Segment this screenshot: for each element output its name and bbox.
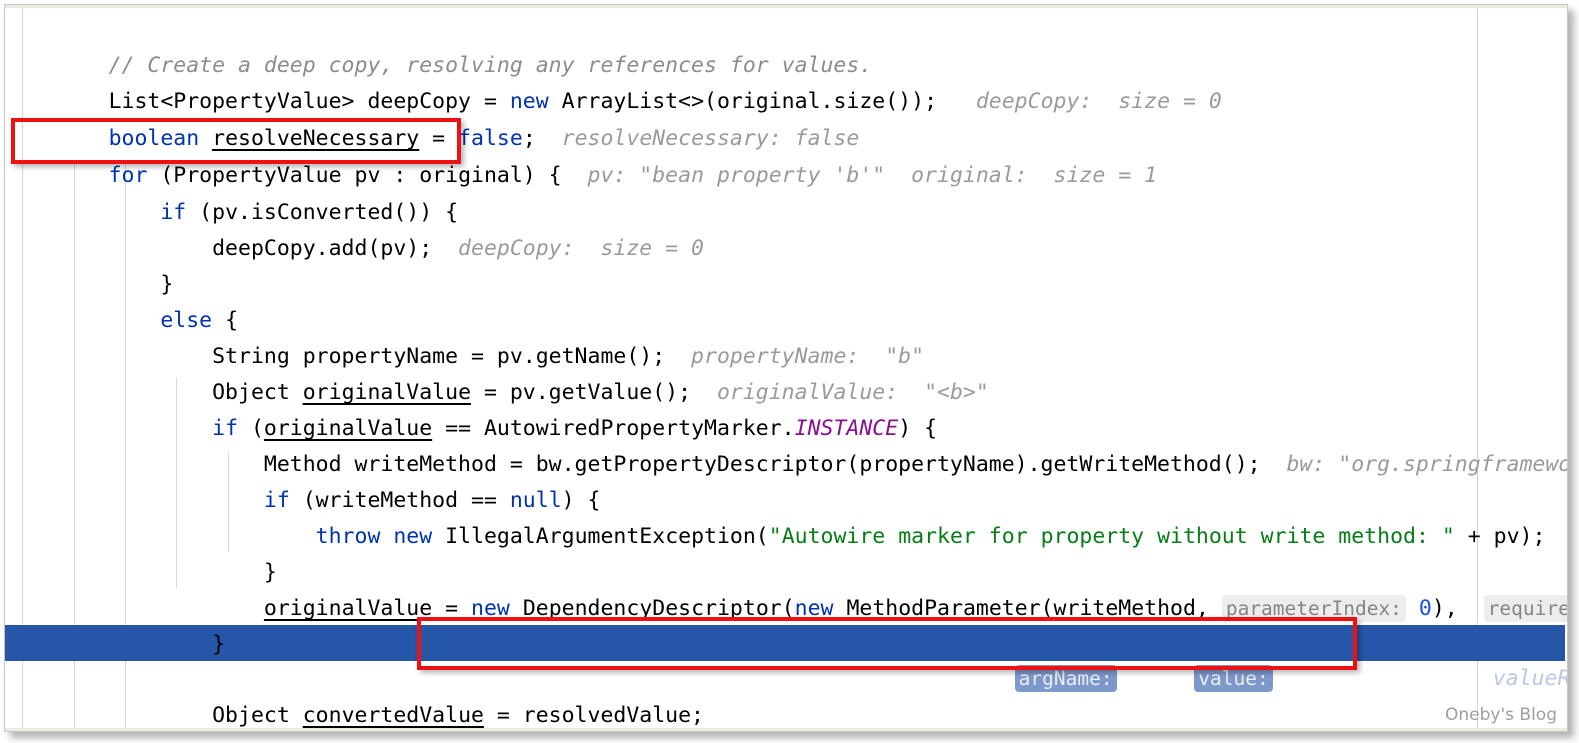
param-hint-parameter-index-value: 0 xyxy=(1418,596,1432,622)
code-text: } xyxy=(108,632,226,658)
code-text: boolean resolveNecessary = false; xyxy=(108,126,536,152)
code-text: originalValue = new DependencyDescriptor… xyxy=(109,595,1567,623)
code-text: else { xyxy=(160,308,239,334)
code-line-selected[interactable]: Object resolvedValue = valueResolver.res… xyxy=(5,625,1567,693)
param-hint-required: required: xyxy=(1483,595,1567,623)
editor-bottom-edge xyxy=(5,728,1567,731)
param-hint-value-value: originalValue xyxy=(1272,666,1441,692)
code-text: if (writeMethod == null) { xyxy=(263,488,601,514)
code-line[interactable]: else { xyxy=(5,267,1565,333)
code-editor-surface[interactable]: // Create a deep copy, resolving any ref… xyxy=(5,8,1567,728)
code-text: deepCopy.add(pv); xyxy=(108,236,433,262)
code-text: Object resolvedValue = valueResolver.res… xyxy=(108,665,1467,693)
inline-debug-value: valueResolver: xyxy=(1492,666,1567,692)
inline-debug-value: originalValue: "<b>" xyxy=(691,380,989,406)
editor-window: // Create a deep copy, resolving any ref… xyxy=(4,4,1568,732)
code-text: throw new IllegalArgumentException("Auto… xyxy=(315,524,1546,550)
code-line[interactable]: // Create a deep copy, resolving any ref… xyxy=(5,12,1565,78)
code-text: List<PropertyValue> deepCopy = new Array… xyxy=(108,89,938,115)
code-text: String propertyName = pv.getName(); xyxy=(108,344,666,370)
code-text: } xyxy=(108,560,277,586)
code-text: for (PropertyValue pv : original) { xyxy=(108,163,562,189)
code-text: Method writeMethod = bw.getPropertyDescr… xyxy=(108,452,1261,478)
code-text: Object convertedValue = resolvedValue; xyxy=(108,703,705,728)
inline-debug-value: deepCopy: size = 0 xyxy=(937,89,1222,115)
param-hint-arg-name-value: pv xyxy=(1129,666,1156,692)
code-text: } xyxy=(108,272,174,298)
inline-debug-value: pv: "bean property 'b'" original: size =… xyxy=(561,163,1158,189)
code-text: if (pv.isConverted()) { xyxy=(160,200,459,226)
code-text: Object originalValue = pv.getValue(); xyxy=(108,380,692,406)
code-text: // Create a deep copy, resolving any ref… xyxy=(108,53,873,79)
code-text: if (originalValue == AutowiredPropertyMa… xyxy=(212,416,938,442)
watermark: Oneby's Blog xyxy=(1445,705,1557,725)
inline-debug-value: resolveNecessary: false xyxy=(535,126,860,152)
param-hint-arg-name: argName: xyxy=(1014,665,1117,693)
code-line[interactable]: String propertyName = pv.getName(); prop… xyxy=(5,303,1565,369)
param-hint-value: value: xyxy=(1194,665,1273,693)
screenshot-root: // Create a deep copy, resolving any ref… xyxy=(0,0,1579,743)
param-hint-parameter-index: parameterIndex: xyxy=(1221,595,1406,623)
inline-debug-value: bw: "org.springframework.bea xyxy=(1286,452,1567,478)
inline-debug-value: deepCopy: size = 0 xyxy=(432,236,704,262)
inline-debug-value: propertyName: "b" xyxy=(665,344,925,370)
